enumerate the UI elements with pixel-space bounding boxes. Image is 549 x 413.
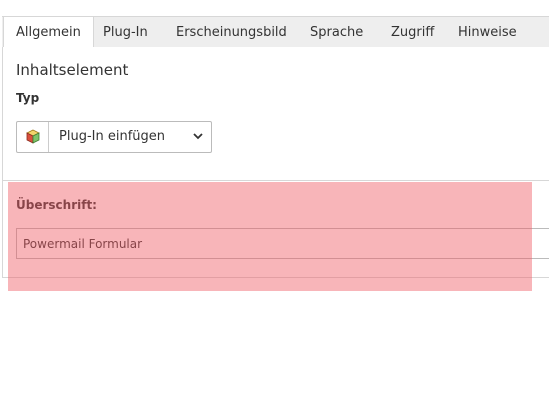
tab-erscheinungsbild[interactable]: Erscheinungsbild bbox=[176, 17, 287, 48]
heading-input[interactable] bbox=[16, 228, 549, 259]
tab-sprache[interactable]: Sprache bbox=[310, 17, 363, 48]
type-select[interactable]: Plug-In einfügen bbox=[16, 121, 212, 153]
chevron-down-icon bbox=[193, 133, 203, 140]
heading-label: Überschrift: bbox=[16, 198, 97, 212]
select-icon-box bbox=[17, 122, 49, 152]
tab-allgemein[interactable]: Allgemein bbox=[3, 16, 94, 49]
type-select-value: Plug-In einfügen bbox=[59, 129, 165, 144]
type-label: Typ bbox=[16, 91, 40, 105]
divider bbox=[3, 180, 549, 181]
tab-panel-allgemein: Inhaltselement Typ Plug-In einfügen Über… bbox=[2, 47, 549, 278]
tab-plug-in[interactable]: Plug-In bbox=[103, 17, 148, 48]
plugin-cube-icon bbox=[26, 129, 40, 144]
tab-zugriff[interactable]: Zugriff bbox=[391, 17, 434, 48]
tab-bar: Allgemein Plug-In Erscheinungsbild Sprac… bbox=[2, 16, 549, 49]
tab-hinweise[interactable]: Hinweise bbox=[458, 17, 517, 48]
section-title: Inhaltselement bbox=[16, 61, 129, 79]
